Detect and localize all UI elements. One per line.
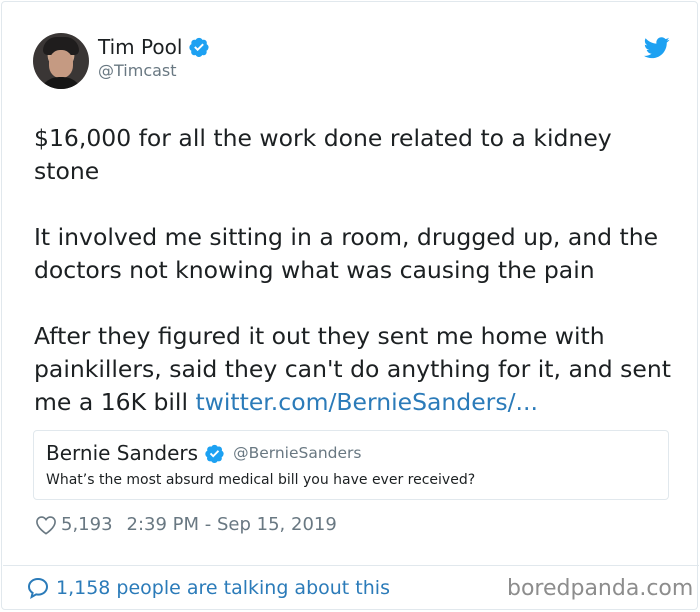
tweet-paragraph: After they figured it out they sent me h… [34,320,674,419]
quoted-author-handle: @BernieSanders [233,444,362,462]
footer-divider [3,565,699,566]
quoted-author-name: Bernie Sanders [46,441,199,465]
tweet-text: $16,000 for all the work done related to… [34,122,674,419]
avatar[interactable] [33,33,89,89]
reply-bubble-icon [27,577,49,600]
verified-icon [205,444,224,463]
tweet-card: Tim Pool @Timcast $16,000 for all the wo… [1,1,699,610]
like-count[interactable]: 5,193 [61,514,113,535]
author-handle[interactable]: @Timcast [98,61,177,80]
tweet-paragraph: It involved me sitting in a room, drugge… [34,223,659,284]
conversation-link[interactable]: 1,158 people are talking about this [26,576,390,600]
tweet-link[interactable]: twitter.com/BernieSanders/... [195,388,537,416]
tweet-timestamp[interactable]: 2:39 PM - Sep 15, 2019 [127,514,337,535]
tweet-meta: 5,193 2:39 PM - Sep 15, 2019 [35,514,337,535]
author-row: Tim Pool [98,35,210,59]
heart-icon[interactable] [35,515,57,535]
twitter-bird-icon[interactable] [644,37,670,59]
quoted-tweet[interactable]: Bernie Sanders @BernieSanders What’s the… [33,430,669,500]
watermark: boredpanda.com [507,576,694,601]
quoted-author-row: Bernie Sanders @BernieSanders [46,441,361,465]
conversation-text[interactable]: 1,158 people are talking about this [56,577,390,599]
verified-icon [189,37,209,58]
quoted-tweet-text: What’s the most absurd medical bill you … [46,472,476,488]
tweet-paragraph: $16,000 for all the work done related to… [34,124,612,185]
author-name[interactable]: Tim Pool [98,35,182,59]
